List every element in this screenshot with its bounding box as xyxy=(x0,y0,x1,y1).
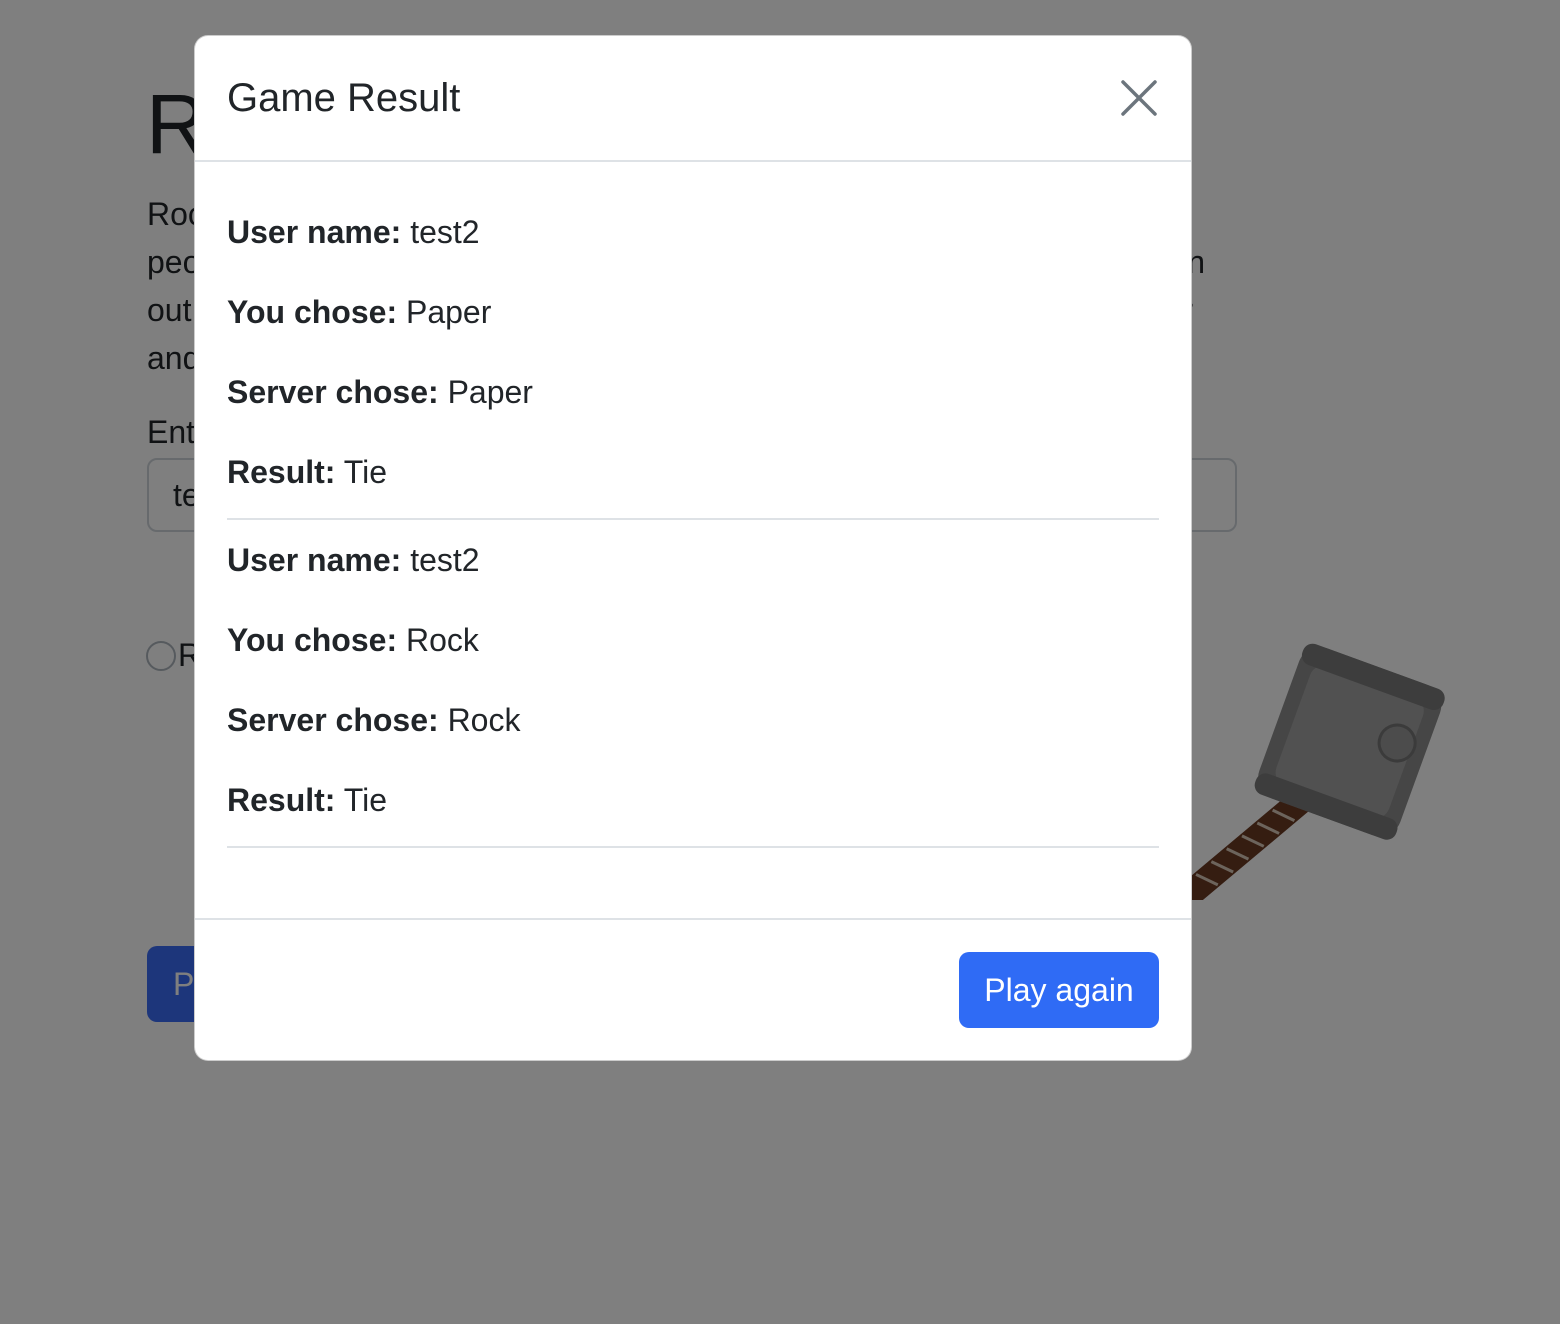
play-again-button[interactable]: Play again xyxy=(959,952,1159,1028)
user-name-value: test2 xyxy=(410,542,480,578)
server-choice-label: Server chose: xyxy=(227,702,439,738)
result-value: Tie xyxy=(343,454,388,490)
server-choice-line: Server chose: Rock xyxy=(227,700,1159,740)
close-icon xyxy=(1121,80,1157,116)
server-choice-line: Server chose: Paper xyxy=(227,372,1159,412)
user-choice-line: You chose: Paper xyxy=(227,292,1159,332)
server-choice-value: Paper xyxy=(447,374,533,410)
result-line: Result: Tie xyxy=(227,780,1159,820)
modal-title: Game Result xyxy=(227,75,461,120)
modal-header: Game Result xyxy=(195,36,1191,162)
server-choice-value: Rock xyxy=(447,702,521,738)
user-name-line: User name: test2 xyxy=(227,540,1159,580)
result-label: Result: xyxy=(227,782,336,818)
result-entry: User name: test2 You chose: Rock Server … xyxy=(227,520,1159,848)
result-entry: User name: test2 You chose: Paper Server… xyxy=(227,188,1159,520)
game-result-modal: Game Result User name: test2 You chose: … xyxy=(194,35,1192,1061)
modal-footer: Play again xyxy=(195,918,1191,1060)
result-line: Result: Tie xyxy=(227,452,1159,492)
result-value: Tie xyxy=(343,782,388,818)
user-choice-line: You chose: Rock xyxy=(227,620,1159,660)
modal-body: User name: test2 You chose: Paper Server… xyxy=(195,162,1191,918)
user-choice-value: Rock xyxy=(405,622,479,658)
user-name-line: User name: test2 xyxy=(227,212,1159,252)
user-name-label: User name: xyxy=(227,214,402,250)
server-choice-label: Server chose: xyxy=(227,374,439,410)
result-label: Result: xyxy=(227,454,336,490)
user-choice-label: You chose: xyxy=(227,294,398,330)
user-choice-value: Paper xyxy=(405,294,492,330)
user-name-value: test2 xyxy=(410,214,480,250)
user-name-label: User name: xyxy=(227,542,402,578)
close-button[interactable] xyxy=(1117,76,1161,120)
user-choice-label: You chose: xyxy=(227,622,398,658)
page: R Roc peo n out r and Ent R xyxy=(0,0,1560,1324)
